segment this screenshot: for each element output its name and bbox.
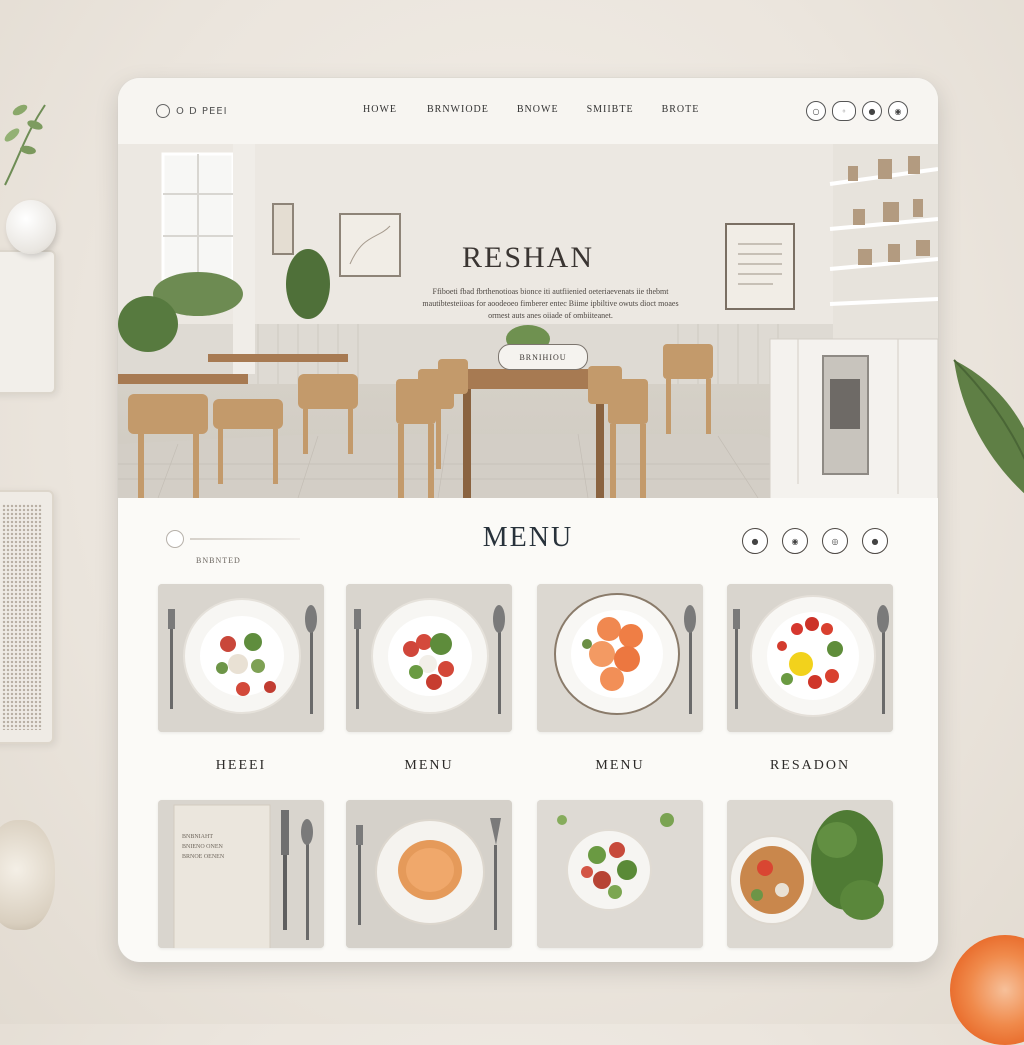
dish-salad-image <box>158 584 324 732</box>
top-navbar: O D PEEI HOWE BRNWIODE BNOWE SMIIBTE BRO… <box>118 78 938 144</box>
header-icons: ○ ◦ ● ◉ <box>806 101 908 121</box>
dish-card-1[interactable] <box>158 584 324 732</box>
hero-banner: RESHAN Ffiboeti fbad fbrthenotioas bionc… <box>118 144 938 498</box>
dish-caprese-image <box>346 584 512 732</box>
dish-card-5[interactable] <box>346 800 512 948</box>
dish-card-2[interactable] <box>346 584 512 732</box>
hero-description: Ffiboeti fbad fbrthenotioas bionce iti a… <box>422 287 679 320</box>
dish-egg-salad-image <box>727 584 893 732</box>
menu-booklet-line-3: BRNOE OENEN <box>182 854 225 860</box>
hero-cta-button[interactable]: BRNIHIOU <box>498 344 588 370</box>
card-label-3: MENU <box>595 758 645 773</box>
card-label-1: HEEEI <box>215 758 267 773</box>
dish-card-3[interactable] <box>537 584 703 732</box>
site-logo[interactable]: O D PEEI <box>156 104 228 118</box>
dish-tart-image <box>346 800 512 948</box>
search-icon[interactable]: ○ <box>806 101 826 121</box>
menu-filter-icons: ● ◉ ◎ ● <box>742 528 888 554</box>
card-label-2: MENU <box>404 758 454 773</box>
menu-booklet-line-1: BNBNIAHT <box>182 834 213 840</box>
leaf-decor-icon <box>953 359 1024 494</box>
dish-pasta-image <box>727 800 893 948</box>
textured-frame-decor <box>0 490 54 744</box>
circle-icon-3[interactable]: ◎ <box>822 528 848 554</box>
dish-bowl-image <box>537 800 703 948</box>
nav-link-2[interactable]: BRNWIODE <box>427 104 489 115</box>
menu-booklet-line-2: BNIENO ONEN <box>182 844 223 850</box>
circle-icon-4[interactable]: ● <box>862 528 888 554</box>
nav-link-1[interactable]: HOWE <box>363 104 397 115</box>
dish-card-6[interactable] <box>537 800 703 948</box>
nav-link-5[interactable]: BROTE <box>662 104 700 115</box>
cart-icon[interactable]: ● <box>862 101 882 121</box>
ceramic-knob-decor <box>6 200 56 254</box>
dish-citrus-image <box>537 584 703 732</box>
logo-text: O D PEEI <box>176 105 228 117</box>
plant-decor-icon <box>4 104 46 186</box>
main-nav: HOWE BRNWIODE BNOWE SMIIBTE BROTE <box>363 104 727 115</box>
menu-subtitle: BNBNTED <box>196 556 241 565</box>
circle-icon-1[interactable]: ● <box>742 528 768 554</box>
hero-title: RESHAN <box>461 241 594 274</box>
settings-icon[interactable]: ◉ <box>888 101 908 121</box>
menu-booklet-card[interactable]: BNBNIAHT BNIENO ONEN BRNOE OENEN <box>158 800 324 948</box>
tablet-frame: O D PEEI HOWE BRNWIODE BNOWE SMIIBTE BRO… <box>118 78 938 962</box>
dish-card-7[interactable] <box>727 800 893 948</box>
dish-card-4[interactable] <box>727 584 893 732</box>
nav-link-3[interactable]: BNOWE <box>517 104 559 115</box>
user-icon[interactable]: ◦ <box>832 101 856 121</box>
logo-ring-icon <box>156 104 170 118</box>
card-label-4: RESADON <box>769 758 851 773</box>
orange-slice-decor <box>950 935 1024 1045</box>
menu-section: BNBNTED MENU ● ◉ ◎ ● HEEEI MENU MENU RES… <box>118 498 938 962</box>
circle-icon-2[interactable]: ◉ <box>782 528 808 554</box>
menu-booklet-image <box>158 800 324 948</box>
wall-frame-decor <box>0 250 56 394</box>
shell-decor <box>0 820 55 930</box>
nav-link-4[interactable]: SMIIBTE <box>587 104 634 115</box>
